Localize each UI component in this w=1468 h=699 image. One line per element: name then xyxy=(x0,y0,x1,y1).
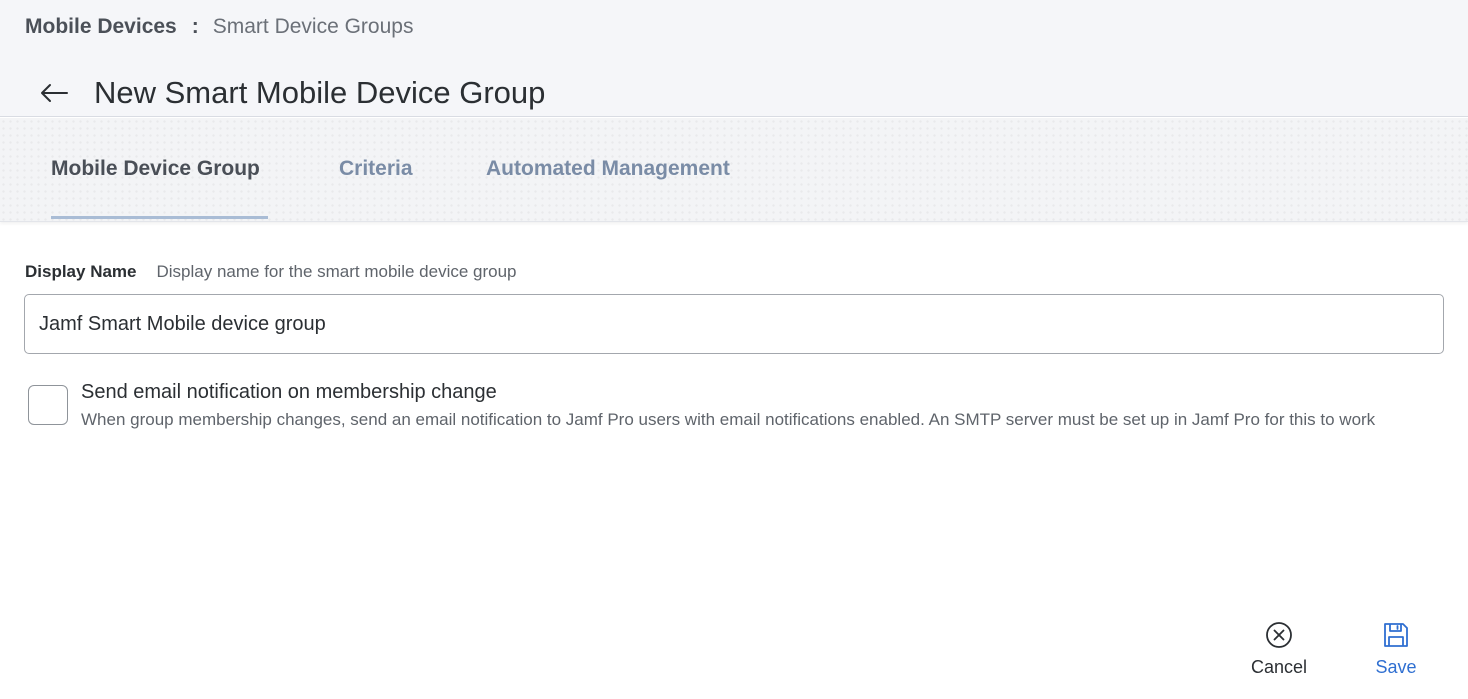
tabs-bar: Mobile Device Group Criteria Automated M… xyxy=(0,118,1468,222)
back-button[interactable] xyxy=(36,73,72,113)
active-tab-indicator xyxy=(51,216,268,219)
save-label: Save xyxy=(1375,657,1417,677)
cancel-label: Cancel xyxy=(1250,657,1308,677)
close-circle-icon xyxy=(1264,620,1294,650)
breadcrumb-current-link[interactable]: Smart Device Groups xyxy=(213,14,414,40)
cancel-button[interactable]: Cancel xyxy=(1248,620,1310,678)
breadcrumb: Mobile Devices : Smart Device Groups xyxy=(25,14,413,40)
page-header: Mobile Devices : Smart Device Groups New… xyxy=(0,0,1468,117)
tab-criteria[interactable]: Criteria xyxy=(339,156,413,182)
display-name-input[interactable] xyxy=(24,294,1444,354)
display-name-label: Display Name xyxy=(25,262,137,281)
email-notification-checkbox[interactable] xyxy=(28,385,68,425)
tab-automated-management[interactable]: Automated Management xyxy=(486,156,730,182)
email-notification-description: When group membership changes, send an e… xyxy=(81,410,1376,429)
breadcrumb-parent-link[interactable]: Mobile Devices xyxy=(25,14,177,40)
display-name-label-row: Display Name Display name for the smart … xyxy=(25,262,517,282)
display-name-hint: Display name for the smart mobile device… xyxy=(156,262,517,281)
email-notification-label[interactable]: Send email notification on membership ch… xyxy=(81,379,497,405)
save-button[interactable]: Save xyxy=(1372,620,1420,678)
breadcrumb-separator: : xyxy=(191,15,199,38)
floppy-disk-icon xyxy=(1381,620,1411,650)
arrow-left-icon xyxy=(41,83,68,102)
page-title: New Smart Mobile Device Group xyxy=(94,74,546,110)
tab-mobile-device-group[interactable]: Mobile Device Group xyxy=(51,156,260,182)
